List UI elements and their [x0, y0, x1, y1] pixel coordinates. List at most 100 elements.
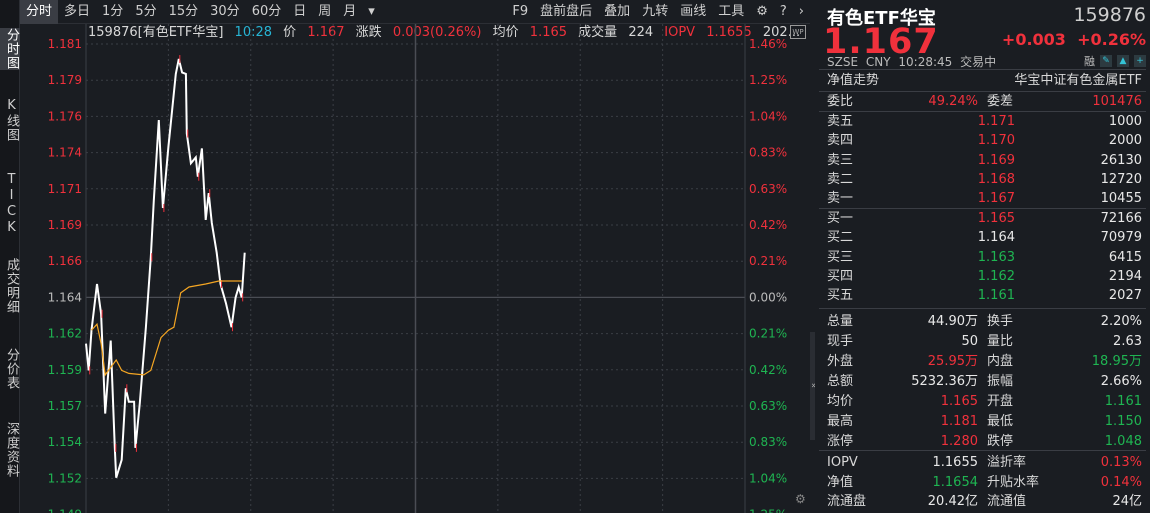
- y-tick-label: 1.159: [48, 363, 82, 377]
- exchange: SZSE: [827, 55, 859, 69]
- pct-tick-label: 1.46%: [749, 37, 787, 51]
- ask-row: 卖三 1.169 26130: [827, 151, 1142, 170]
- bid-row: 买五 1.161 2027: [827, 286, 1142, 305]
- toolbar-button[interactable]: 工具: [712, 0, 750, 24]
- help-icon[interactable]: ?: [774, 0, 793, 24]
- period-tab[interactable]: 1分: [96, 0, 129, 24]
- period-tab[interactable]: 月: [337, 0, 362, 24]
- ask-row: 卖一 1.167 10455: [827, 189, 1142, 208]
- pct-tick-label: 0.21%: [749, 254, 787, 268]
- stat-value: 5232.36万: [911, 374, 978, 389]
- view-tab[interactable]: 分价表: [0, 348, 20, 390]
- pencil-icon[interactable]: ✎: [1100, 55, 1112, 67]
- stat-label: 跌停: [987, 434, 1014, 449]
- divider: [819, 69, 1146, 70]
- stat-label: 总额: [827, 374, 854, 389]
- security-code: 159876: [1073, 4, 1146, 26]
- stat-label: 开盘: [987, 394, 1014, 409]
- gear-icon[interactable]: ⚙: [750, 0, 774, 24]
- bid-label: 买五: [827, 288, 854, 304]
- pct-tick-label: 1.25%: [749, 73, 787, 87]
- chart-toolbar: 分时 多日 1分 5分 15分 30分 60分日周月 ▾ F9 盘前盘后 叠加 九转 画线 工具 ⚙? ›: [20, 0, 810, 24]
- nav-row[interactable]: 净值走势 华宝中证有色金属ETF: [827, 71, 1142, 90]
- quote-time: 10:28:45: [898, 55, 953, 69]
- header-actions: 融 ✎ ▲ +: [1084, 53, 1146, 69]
- toolbar-button[interactable]: 九转: [636, 0, 674, 24]
- stat-value: 2.63: [1113, 334, 1142, 349]
- chevron-right-icon[interactable]: ›: [793, 0, 810, 24]
- period-tab[interactable]: ▾: [362, 0, 381, 24]
- period-tab[interactable]: 日: [287, 0, 312, 24]
- pct-tick-label: 0.42%: [749, 218, 787, 232]
- period-tab[interactable]: 15分: [163, 0, 205, 24]
- y-tick-label: 1.162: [48, 327, 82, 341]
- period-tab[interactable]: 5分: [129, 0, 162, 24]
- stat-row: 均价 1.165 开盘 1.161: [827, 392, 1142, 411]
- etf-label: 流通值: [987, 494, 1027, 509]
- etf-value: 1.1655: [932, 455, 979, 470]
- stat-label: 换手: [987, 314, 1014, 329]
- ask-qty: 10455: [1100, 191, 1142, 207]
- chart-settings-icon[interactable]: ⚙: [795, 492, 806, 506]
- toolbar-button[interactable]: 盘前盘后: [534, 0, 598, 24]
- etf-label: 溢折率: [987, 455, 1027, 470]
- ask-qty: 1000: [1108, 114, 1142, 129]
- period-tab[interactable]: 分时: [20, 0, 59, 24]
- ask-qty: 12720: [1100, 171, 1142, 187]
- stat-value: 1.165: [940, 394, 978, 409]
- ask-label: 卖三: [827, 152, 854, 168]
- toolbar-button[interactable]: 叠加: [598, 0, 636, 24]
- pct-tick-label: 0.63%: [749, 399, 787, 413]
- etf-value: 0.14%: [1100, 474, 1142, 490]
- ask-qty: 2000: [1108, 133, 1142, 149]
- stat-row: 涨停 1.280 跌停 1.048: [827, 432, 1142, 451]
- bid-qty: 72166: [1100, 211, 1142, 226]
- market-meta: SZSE CNY 10:28:45 交易中: [827, 53, 996, 70]
- pct-tick-label: 0.00%: [749, 290, 787, 304]
- view-tab[interactable]: TICK: [0, 172, 20, 236]
- etf-row: IOPV 1.1655 溢折率 0.13%: [827, 453, 1142, 472]
- stat-label: 最高: [827, 414, 854, 429]
- change-pct: +0.26%: [1077, 30, 1146, 49]
- bid-label: 买一: [827, 211, 854, 226]
- bid-price: 1.161: [977, 288, 1015, 304]
- currency: CNY: [865, 55, 891, 69]
- bid-price: 1.164: [977, 230, 1015, 246]
- etf-value: 20.42亿: [927, 494, 978, 509]
- bid-label: 买三: [827, 249, 854, 265]
- stat-value: 1.181: [940, 414, 978, 429]
- bid-row: 买四 1.162 2194: [827, 267, 1142, 286]
- pct-tick-label: 0.63%: [749, 182, 787, 196]
- stat-label: 现手: [827, 334, 854, 349]
- stat-label: 外盘: [827, 354, 854, 369]
- avg-line: [91, 280, 242, 377]
- view-tab[interactable]: 深度资料: [0, 422, 20, 478]
- period-tab[interactable]: 60分: [246, 0, 288, 24]
- etf-label: IOPV: [827, 455, 858, 470]
- period-tab[interactable]: 30分: [204, 0, 246, 24]
- bell-icon[interactable]: ▲: [1117, 55, 1129, 67]
- toolbar-button[interactable]: F9: [506, 0, 534, 24]
- left-view-nav: 分时图 K线图 TICK 成交明细分价表深度资料: [0, 0, 20, 513]
- bid-row: 买三 1.163 6415: [827, 248, 1142, 267]
- view-tab[interactable]: K线图: [0, 98, 20, 142]
- bid-row: 买一 1.165 72166: [827, 209, 1142, 228]
- change-value: +0.003: [1001, 30, 1066, 49]
- period-tab[interactable]: 周: [312, 0, 337, 24]
- ask-label: 卖四: [827, 133, 854, 149]
- view-tab[interactable]: 分时图: [0, 28, 20, 70]
- bid-qty: 70979: [1100, 230, 1142, 246]
- period-tab[interactable]: 多日: [58, 0, 96, 24]
- stat-label: 内盘: [987, 354, 1014, 369]
- stat-row: 外盘 25.95万 内盘 18.95万: [827, 352, 1142, 371]
- bid-qty: 6415: [1108, 249, 1142, 265]
- y-tick-label: 1.157: [48, 399, 82, 413]
- toolbar-button[interactable]: 画线: [674, 0, 712, 24]
- divider: [819, 308, 1146, 309]
- view-tab[interactable]: 成交明细: [0, 258, 20, 314]
- plus-icon[interactable]: +: [1134, 55, 1146, 67]
- bid-price: 1.162: [977, 268, 1015, 284]
- ask-qty: 26130: [1100, 152, 1142, 168]
- stat-value: 1.161: [1104, 394, 1142, 409]
- intraday-chart[interactable]: 1.181 1.46% 1.179 1.25% 1.176 1.04% 1.174 0.83%…: [20, 24, 810, 513]
